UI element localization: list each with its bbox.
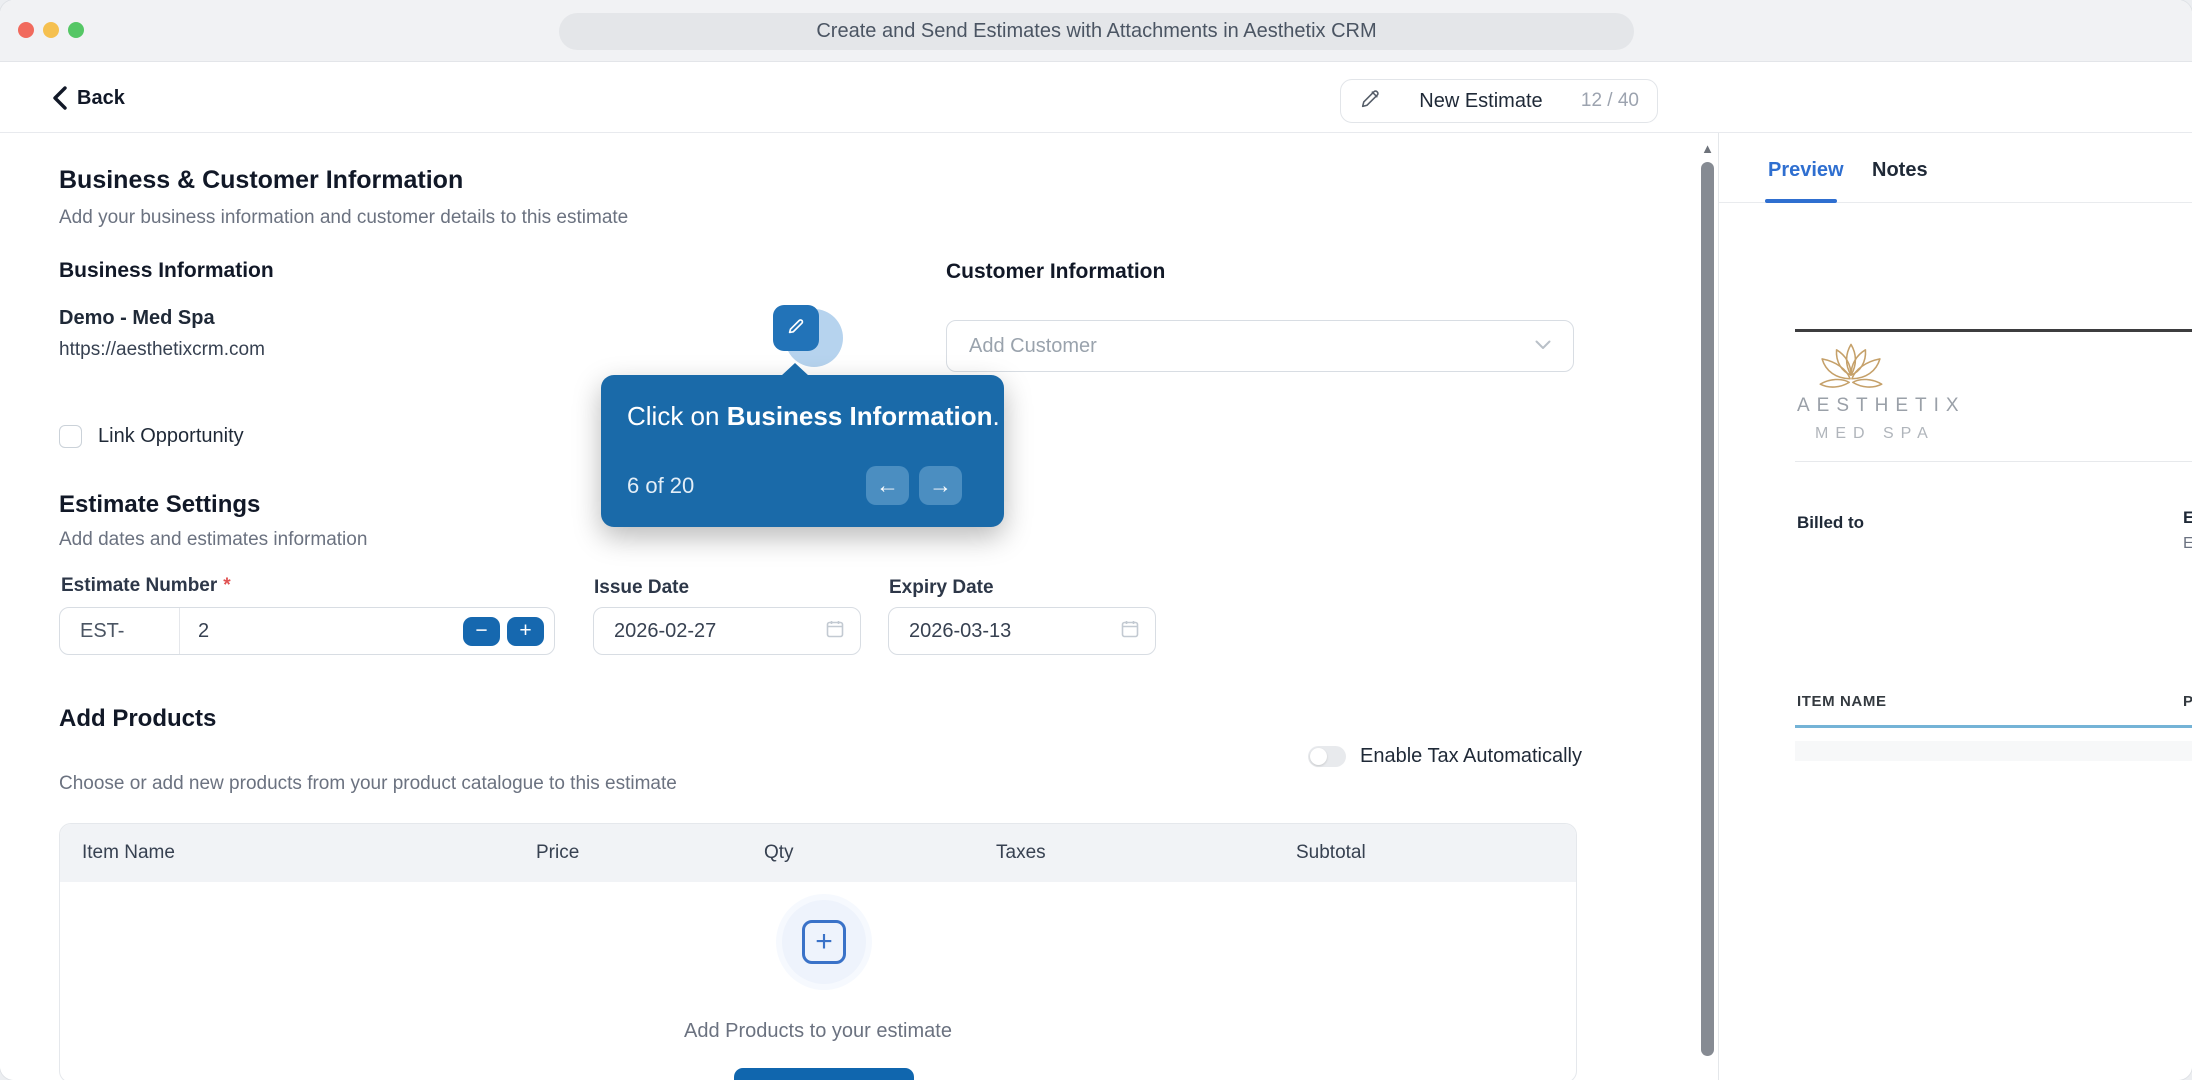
tax-toggle-row: Enable Tax Automatically [1308,745,1582,768]
close-window-button[interactable] [18,22,34,38]
app-window: Create and Send Estimates with Attachmen… [0,0,2192,1080]
preview-table-row-band [1795,741,2192,761]
add-product-icon[interactable]: + [802,920,846,964]
add-customer-placeholder: Add Customer [969,334,1097,357]
back-label: Back [77,86,125,109]
estimate-settings-heading: Estimate Settings [59,491,261,518]
tab-preview[interactable]: Preview [1768,159,1844,182]
add-products-subtitle: Choose or add new products from your pro… [59,773,677,794]
products-table: Item Name Price Qty Taxes Subtotal + Add… [59,823,1577,1080]
arrow-left-icon: ← [876,472,899,498]
customer-information-heading: Customer Information [946,260,1166,283]
link-opportunity-label: Link Opportunity [98,425,244,447]
billed-to-label: Billed to [1797,513,1865,532]
estimate-number-stepper: − + [463,616,554,646]
plus-square-icon: + [815,925,833,958]
required-asterisk: * [223,575,231,596]
expiry-date-label: Expiry Date [889,577,994,598]
preview-table-header-underline [1795,725,2192,728]
add-customer-select[interactable]: Add Customer [946,320,1574,372]
calendar-icon[interactable] [826,620,844,643]
scroll-up-button[interactable]: ▲ [1701,142,1714,155]
tour-next-button[interactable]: → [919,466,962,505]
link-opportunity-row: Link Opportunity [59,425,244,448]
estimate-number-input-group: EST- 2 − + [59,607,555,655]
estimate-document-top-border [1795,329,2192,332]
brand-name-line1: AESTHETIX [1797,395,1966,416]
enable-tax-toggle[interactable] [1308,746,1346,767]
estimate-number-input[interactable]: 2 [180,620,463,643]
zoom-window-button[interactable] [68,22,84,38]
chevron-down-icon [1535,337,1551,355]
lotus-logo-icon [1805,339,1897,400]
estimate-form: Business & Customer Information Add your… [0,133,1698,1080]
section-subtitle-business-customer: Add your business information and custom… [59,207,629,228]
section-title-business-customer: Business & Customer Information [59,166,464,194]
tooltip-step-counter: 6 of 20 [627,473,695,498]
column-item-name: Item Name [82,842,175,863]
products-table-header: Item Name Price Qty Taxes Subtotal [60,824,1576,882]
column-price: Price [536,842,580,863]
titlebar: Create and Send Estimates with Attachmen… [0,0,2192,62]
enable-tax-label: Enable Tax Automatically [1360,745,1582,767]
minimize-window-button[interactable] [43,22,59,38]
estimate-settings-subtitle: Add dates and estimates information [59,529,368,550]
link-opportunity-checkbox[interactable] [59,425,82,448]
preview-panel: Preview Notes AESTHETIX MED SPA Billed t… [1718,133,2192,1080]
pencil-icon [1359,88,1381,115]
decrement-button[interactable]: − [463,616,500,646]
business-name: Demo - Med Spa [59,307,215,329]
tour-tooltip: Click on Business Information. 6 of 20 ←… [601,363,1004,527]
edit-business-information-button[interactable] [773,305,819,351]
pencil-icon [785,315,807,342]
chevron-left-icon [52,86,68,110]
preview-tabs: Preview Notes [1719,133,2192,203]
issue-date-input[interactable]: 2026-02-27 [593,607,861,655]
estimate-name-label: New Estimate [1419,89,1543,112]
increment-button[interactable]: + [507,616,544,646]
vertical-scrollbar-thumb[interactable] [1701,162,1714,1056]
active-tab-underline [1765,199,1837,203]
plus-icon: + [519,619,532,642]
window-title: Create and Send Estimates with Attachmen… [559,13,1634,50]
back-button[interactable]: Back [52,79,125,117]
calendar-icon[interactable] [1121,620,1139,643]
column-taxes: Taxes [996,842,1046,863]
tooltip-text: Click on Business Information. [627,401,1000,431]
toggle-knob [1310,748,1327,765]
expiry-date-input[interactable]: 2026-03-13 [888,607,1156,655]
tab-notes[interactable]: Notes [1872,159,1928,182]
app-header: Back New Estimate 12 / 40 [0,62,2192,133]
preview-item-name-header: ITEM NAME [1797,693,1887,710]
estimate-name-button[interactable]: New Estimate 12 / 40 [1340,79,1658,123]
estimate-counter: 12 / 40 [1580,90,1639,111]
tooltip-arrow [781,363,809,376]
issue-date-label: Issue Date [594,577,690,598]
business-website: https://aesthetixcrm.com [59,339,265,360]
column-subtotal: Subtotal [1296,842,1366,863]
estimate-number-prefix: EST- [60,608,180,654]
add-products-heading: Add Products [59,705,217,732]
add-products-button[interactable] [734,1068,914,1080]
minus-icon: − [475,619,488,642]
business-information-heading: Business Information [59,259,274,282]
brand-name-line2: MED SPA [1815,425,1935,442]
estimate-meta-cut-text-2: E [2183,535,2192,553]
preview-price-header-cut: P [2183,693,2192,710]
arrow-right-icon: → [929,472,952,498]
document-divider [1795,461,2192,462]
products-empty-state: + Add Products to your estimate [60,882,1576,1080]
estimate-number-label: Estimate Number * [61,575,231,596]
column-qty: Qty [764,842,794,863]
tour-previous-button[interactable]: ← [866,466,909,505]
estimate-meta-cut-text: E [2183,508,2192,528]
empty-state-text: Add Products to your estimate [684,1020,952,1042]
